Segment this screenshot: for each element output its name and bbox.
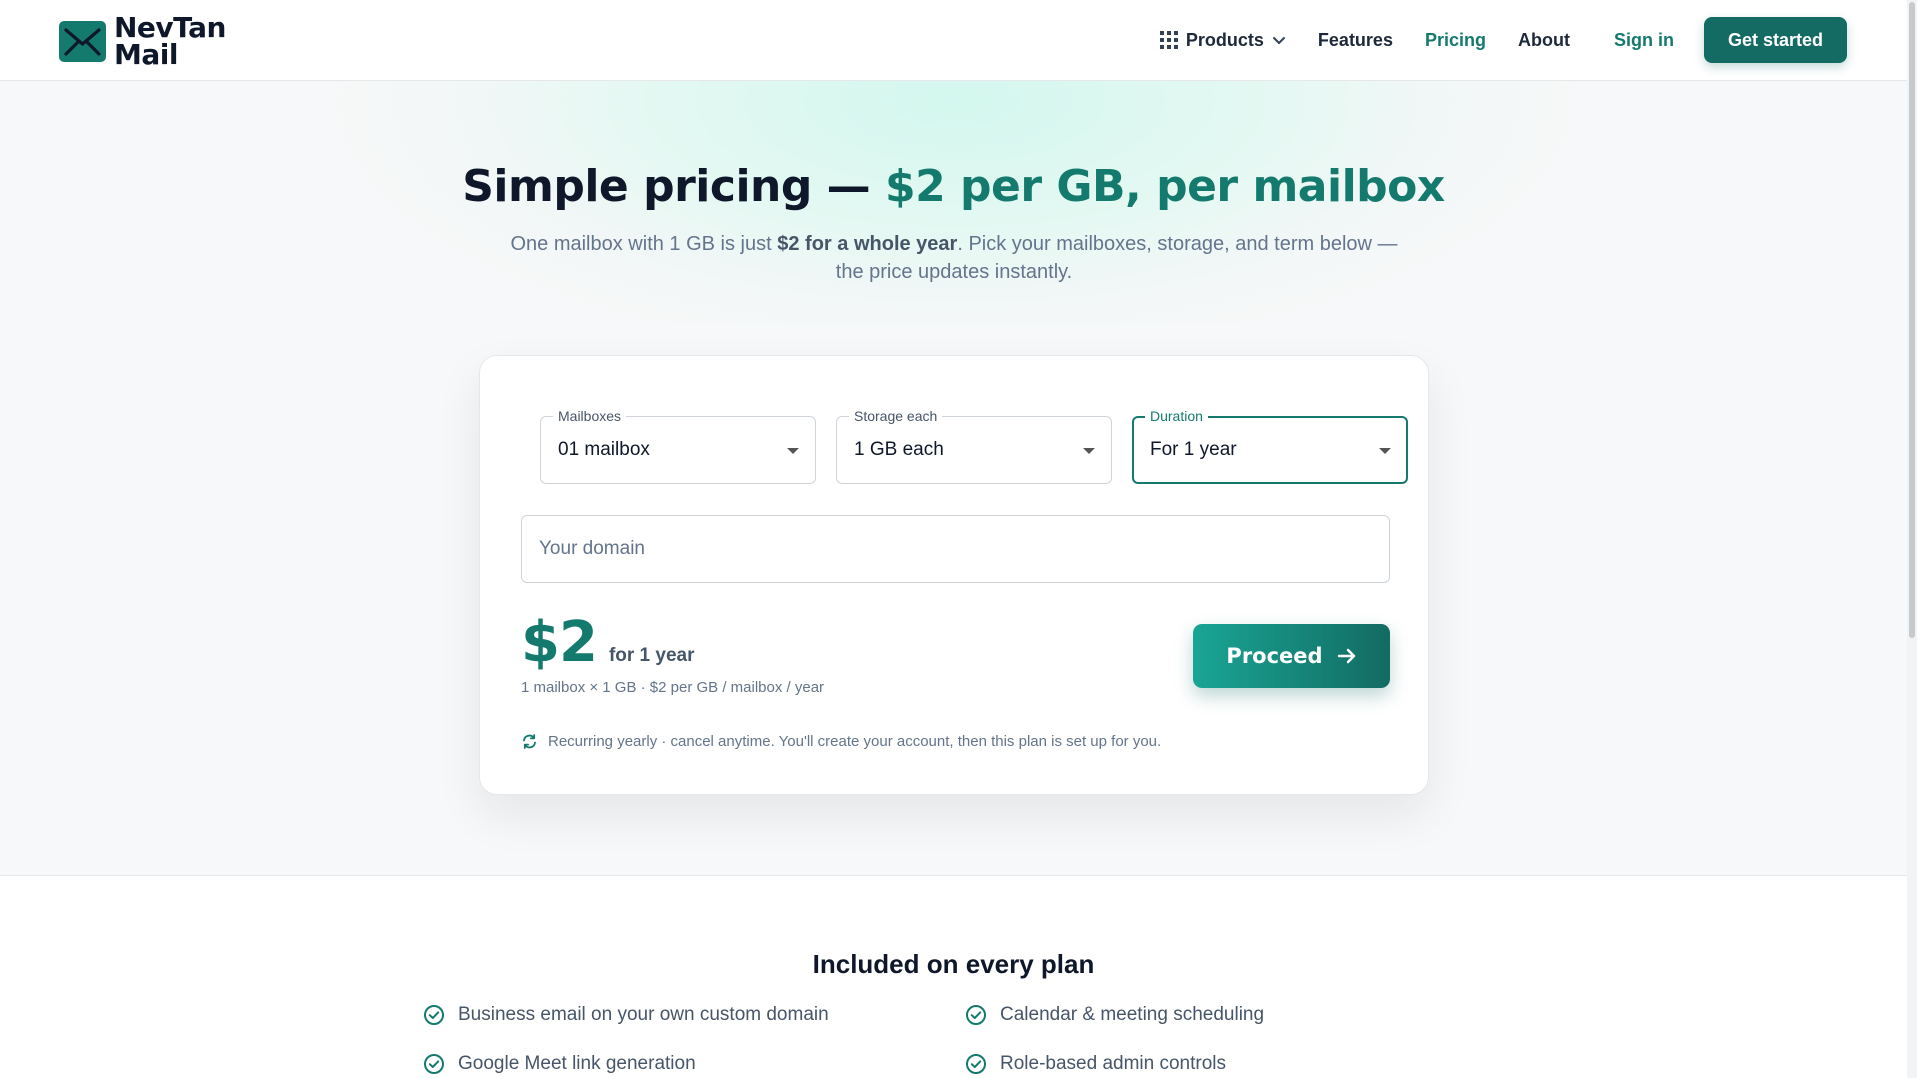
check-circle-icon xyxy=(966,1054,986,1074)
grid-icon xyxy=(1159,31,1178,49)
page-title-accent: $2 per GB, per mailbox xyxy=(885,161,1445,212)
dropdown-arrow-icon xyxy=(1083,448,1095,454)
nav-features[interactable]: Features xyxy=(1318,30,1393,51)
storage-select[interactable]: Storage each 1 GB each xyxy=(836,408,1112,484)
hero-subtitle-highlight: $2 for a whole year xyxy=(777,233,958,255)
list-item-label: Calendar & meeting scheduling xyxy=(1000,1004,1265,1025)
list-item: Business email on your own custom domain xyxy=(423,1003,829,1027)
dropdown-arrow-icon xyxy=(787,448,799,454)
duration-value: For 1 year xyxy=(1150,439,1237,460)
chevron-down-icon xyxy=(1272,36,1285,44)
pricing-calculator-card: Mailboxes 01 mailbox Storage each 1 GB e… xyxy=(479,355,1429,795)
duration-label: Duration xyxy=(1145,408,1208,424)
included-list-left: Business email on your own custom domain… xyxy=(423,1003,829,1078)
page-title: Simple pricing — $2 per GB, per mailbox xyxy=(0,161,1907,212)
list-item: Calendar & meeting scheduling xyxy=(965,1003,1264,1027)
check-circle-icon xyxy=(966,1005,986,1025)
envelope-icon xyxy=(59,20,106,62)
page-title-main: Simple pricing — xyxy=(462,161,885,212)
dropdown-arrow-icon xyxy=(1379,448,1391,454)
pricing-hero: Simple pricing — $2 per GB, per mailbox … xyxy=(0,81,1907,876)
list-item-label: Google Meet link generation xyxy=(458,1053,696,1074)
duration-select[interactable]: Duration For 1 year xyxy=(1132,408,1408,484)
nav-pricing[interactable]: Pricing xyxy=(1425,30,1486,51)
get-started-button[interactable]: Get started xyxy=(1703,17,1847,63)
price-amount: $2 xyxy=(521,610,598,675)
price-term: for 1 year xyxy=(608,645,695,666)
hero-subtitle: One mailbox with 1 GB is just $2 for a w… xyxy=(500,230,1408,286)
nav-about[interactable]: About xyxy=(1518,30,1570,51)
list-item: Google Meet link generation xyxy=(423,1052,829,1076)
proceed-label: Proceed xyxy=(1226,644,1323,668)
proceed-button[interactable]: Proceed xyxy=(1193,624,1390,688)
main-nav: Products Features Pricing About Sign in … xyxy=(1128,17,1847,63)
recurring-note-text: Recurring yearly · cancel anytime. You'l… xyxy=(548,733,1162,750)
mailboxes-label: Mailboxes xyxy=(553,408,627,424)
price-display: $2 for 1 year xyxy=(521,610,694,675)
storage-value: 1 GB each xyxy=(854,439,944,460)
nav-products[interactable]: Products xyxy=(1159,29,1286,51)
page-scrollbar[interactable] xyxy=(1907,0,1917,1078)
brand-name-line2: Mail xyxy=(114,38,178,71)
brand-name: NevTan Mail xyxy=(114,11,227,71)
domain-input[interactable] xyxy=(521,515,1390,583)
mailboxes-select[interactable]: Mailboxes 01 mailbox xyxy=(540,408,816,484)
storage-label: Storage each xyxy=(849,408,943,424)
brand-name-line1: NevTan xyxy=(114,11,227,44)
recurring-note: Recurring yearly · cancel anytime. You'l… xyxy=(521,733,1161,750)
page: NevTan Mail Products Features Pricing Ab… xyxy=(0,0,1907,1078)
list-item: Role-based admin controls xyxy=(965,1052,1264,1076)
price-breakdown: 1 mailbox × 1 GB · $2 per GB / mailbox /… xyxy=(521,679,825,696)
check-circle-icon xyxy=(424,1005,444,1025)
brand-logo[interactable]: NevTan Mail xyxy=(59,11,227,71)
arrow-right-icon xyxy=(1337,648,1355,664)
sign-in-link[interactable]: Sign in xyxy=(1614,30,1674,51)
hero-subtitle-text: One mailbox with 1 GB is just xyxy=(510,233,778,255)
mailboxes-value: 01 mailbox xyxy=(558,439,650,460)
nav-products-label: Products xyxy=(1185,29,1264,50)
included-title: Included on every plan xyxy=(812,949,1095,979)
scrollbar-thumb[interactable] xyxy=(1909,2,1915,638)
list-item-label: Business email on your own custom domain xyxy=(458,1004,829,1025)
included-list-right: Calendar & meeting scheduling Role-based… xyxy=(965,1003,1264,1078)
refresh-icon xyxy=(523,734,536,749)
check-circle-icon xyxy=(424,1054,444,1074)
list-item-label: Role-based admin controls xyxy=(1000,1053,1227,1074)
site-header: NevTan Mail Products Features Pricing Ab… xyxy=(0,0,1907,81)
